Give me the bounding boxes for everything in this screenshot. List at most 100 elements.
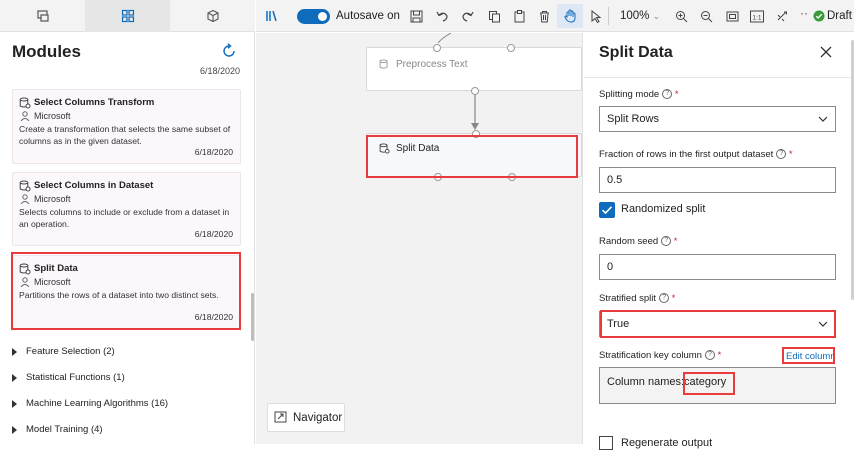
highlight-box <box>782 347 835 364</box>
random-seed-input[interactable]: 0 <box>599 254 836 280</box>
tab-models[interactable] <box>170 0 255 32</box>
check-circle-icon <box>813 10 825 22</box>
output-port[interactable] <box>471 87 479 95</box>
module-card-description: Selects columns to include or exclude fr… <box>19 207 230 229</box>
category-label: Model Training (4) <box>26 424 103 435</box>
navigator-icon <box>274 411 287 423</box>
help-icon[interactable]: ? <box>704 350 715 361</box>
module-card-title: Select Columns Transform <box>34 97 155 108</box>
node-preprocess-text[interactable]: Preprocess Text <box>366 44 582 95</box>
draft-status: Draft <box>827 10 852 22</box>
checkmark-icon <box>601 206 613 215</box>
column-names-label: Column names: <box>607 376 685 388</box>
fit-to-screen-icon[interactable] <box>724 8 740 24</box>
redo-icon[interactable] <box>459 8 475 24</box>
toggle-knob <box>318 12 327 21</box>
left-scrollbar[interactable] <box>251 293 254 341</box>
category-statistical-functions[interactable]: Statistical Functions (1) <box>12 372 125 383</box>
pointer-icon[interactable] <box>588 8 604 24</box>
module-card[interactable]: Select Columns Transform Microsoft Creat… <box>12 89 241 164</box>
dataset-icon <box>36 10 49 22</box>
help-icon[interactable]: ? <box>661 236 672 247</box>
highlight-box <box>683 372 735 395</box>
autosave-toggle[interactable] <box>297 9 330 24</box>
module-card[interactable]: Select Columns in Dataset Microsoft Sele… <box>12 172 241 246</box>
stratified-split-label: Stratified split? * <box>599 293 676 304</box>
highlight-box <box>366 135 578 178</box>
zoom-select[interactable]: 100% ⌄ <box>620 10 660 22</box>
strat-key-label: Stratification key column? * <box>599 350 722 361</box>
module-icon <box>19 180 31 192</box>
tab-modules[interactable] <box>85 0 170 32</box>
fraction-label: Fraction of rows in the first output dat… <box>599 149 793 160</box>
previous-card-date: 6/18/2020 <box>199 66 240 76</box>
module-card-publisher: Microsoft <box>34 194 71 204</box>
random-seed-label: Random seed? * <box>599 236 678 247</box>
category-feature-selection[interactable]: Feature Selection (2) <box>12 346 115 357</box>
highlight-box <box>600 310 836 338</box>
actual-size-icon[interactable]: 1:1 <box>749 8 765 24</box>
toolbar-divider <box>608 7 609 25</box>
refresh-icon[interactable] <box>221 43 237 59</box>
module-card-publisher: Microsoft <box>34 111 71 121</box>
module-icon <box>379 59 388 69</box>
person-icon <box>20 111 30 121</box>
module-card-date: 6/18/2020 <box>194 147 233 157</box>
splitting-mode-select[interactable]: Split Rows <box>599 106 836 132</box>
module-icon <box>19 97 31 109</box>
zoom-in-icon[interactable] <box>673 8 689 24</box>
randomized-split-checkbox[interactable] <box>599 202 615 218</box>
expand-icon <box>12 347 17 356</box>
panel-title: Split Data <box>599 44 673 61</box>
undo-icon[interactable] <box>434 8 450 24</box>
autosave-label: Autosave on <box>336 10 400 22</box>
help-icon[interactable]: ? <box>662 89 673 100</box>
more-options-icon[interactable]: ·· <box>800 6 808 20</box>
chevron-down-icon: ⌄ <box>652 11 661 21</box>
splitting-mode-label: Splitting mode? * <box>599 89 679 100</box>
input-port[interactable] <box>433 44 441 52</box>
node-title: Preprocess Text <box>396 59 468 70</box>
fraction-input[interactable]: 0.5 <box>599 167 836 193</box>
expand-icon <box>12 373 17 382</box>
library-icon[interactable] <box>264 8 280 24</box>
randomized-split-label: Randomized split <box>621 203 706 215</box>
modules-title: Modules <box>12 42 81 61</box>
copy-icon[interactable] <box>486 8 502 24</box>
highlight-box <box>11 252 241 330</box>
auto-layout-icon[interactable] <box>774 8 790 24</box>
svg-text:1:1: 1:1 <box>752 14 761 21</box>
module-card-description: Create a transformation that selects the… <box>19 124 231 146</box>
left-tabs <box>0 0 255 32</box>
input-value: 0.5 <box>607 174 623 186</box>
help-icon[interactable]: ? <box>659 293 670 304</box>
input-value: 0 <box>607 261 614 273</box>
category-label: Machine Learning Algorithms (16) <box>26 398 169 409</box>
input-port[interactable] <box>507 44 515 52</box>
hand-icon[interactable] <box>562 8 578 24</box>
category-model-training[interactable]: Model Training (4) <box>12 424 103 435</box>
paste-icon[interactable] <box>511 8 527 24</box>
select-value: Split Rows <box>607 113 659 125</box>
help-icon[interactable]: ? <box>776 149 787 160</box>
regenerate-output-label: Regenerate output <box>621 437 713 449</box>
tab-datasets[interactable] <box>0 0 85 32</box>
save-icon[interactable] <box>408 8 424 24</box>
zoom-value: 100% <box>620 10 650 22</box>
category-ml-algorithms[interactable]: Machine Learning Algorithms (16) <box>12 398 168 409</box>
panel-divider <box>584 77 852 78</box>
regenerate-output-checkbox[interactable] <box>599 436 613 450</box>
close-icon[interactable] <box>820 46 832 58</box>
category-label: Feature Selection (2) <box>26 346 115 357</box>
cube-icon <box>206 9 219 23</box>
chevron-down-icon <box>818 116 828 122</box>
modules-icon <box>121 9 134 23</box>
module-card-title: Select Columns in Dataset <box>34 180 154 191</box>
zoom-out-icon[interactable] <box>698 8 714 24</box>
delete-icon[interactable] <box>536 8 552 24</box>
person-icon <box>20 194 30 204</box>
expand-icon <box>12 399 17 408</box>
navigator-label: Navigator <box>293 411 343 424</box>
expand-icon <box>12 425 17 434</box>
navigator-button[interactable]: Navigator <box>267 403 345 432</box>
